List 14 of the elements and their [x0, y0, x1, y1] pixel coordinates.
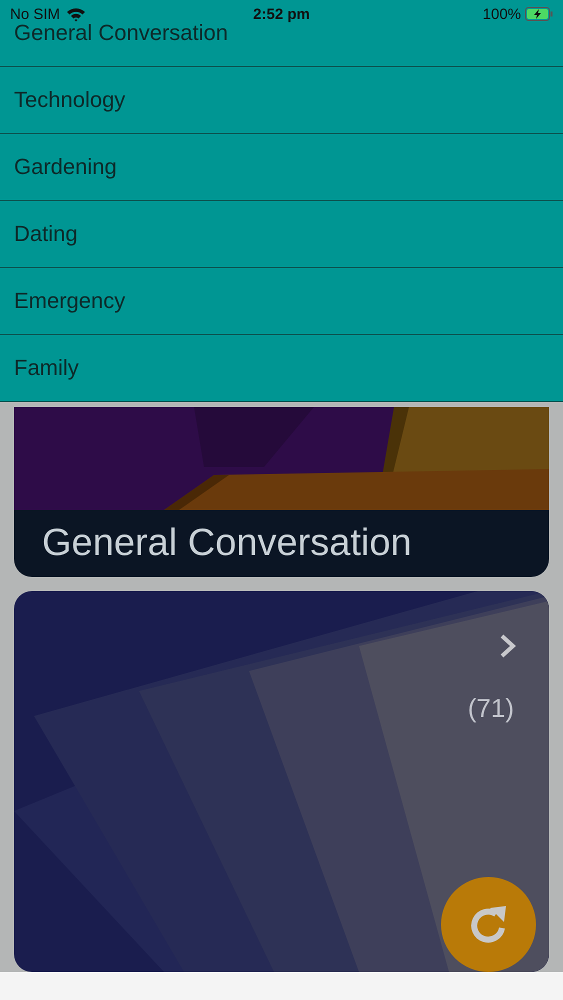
battery-icon [525, 7, 554, 21]
count: (71) [468, 693, 514, 724]
menu-item[interactable]: Technology [0, 67, 563, 134]
menu-item[interactable]: Gardening [0, 134, 563, 201]
carrier: No SIM [10, 6, 60, 22]
card-title: General Conversation [42, 522, 412, 565]
clock: 2:52 pm [253, 6, 310, 22]
menu-item[interactable]: Dating [0, 201, 563, 268]
wifi-icon [66, 6, 86, 22]
chevron-icon[interactable] [499, 633, 517, 659]
menu-item[interactable]: Emergency [0, 268, 563, 335]
menu-item[interactable]: Family [0, 335, 563, 402]
battery-percentage: 100% [482, 6, 522, 22]
category-card[interactable]: (71) [14, 591, 549, 972]
